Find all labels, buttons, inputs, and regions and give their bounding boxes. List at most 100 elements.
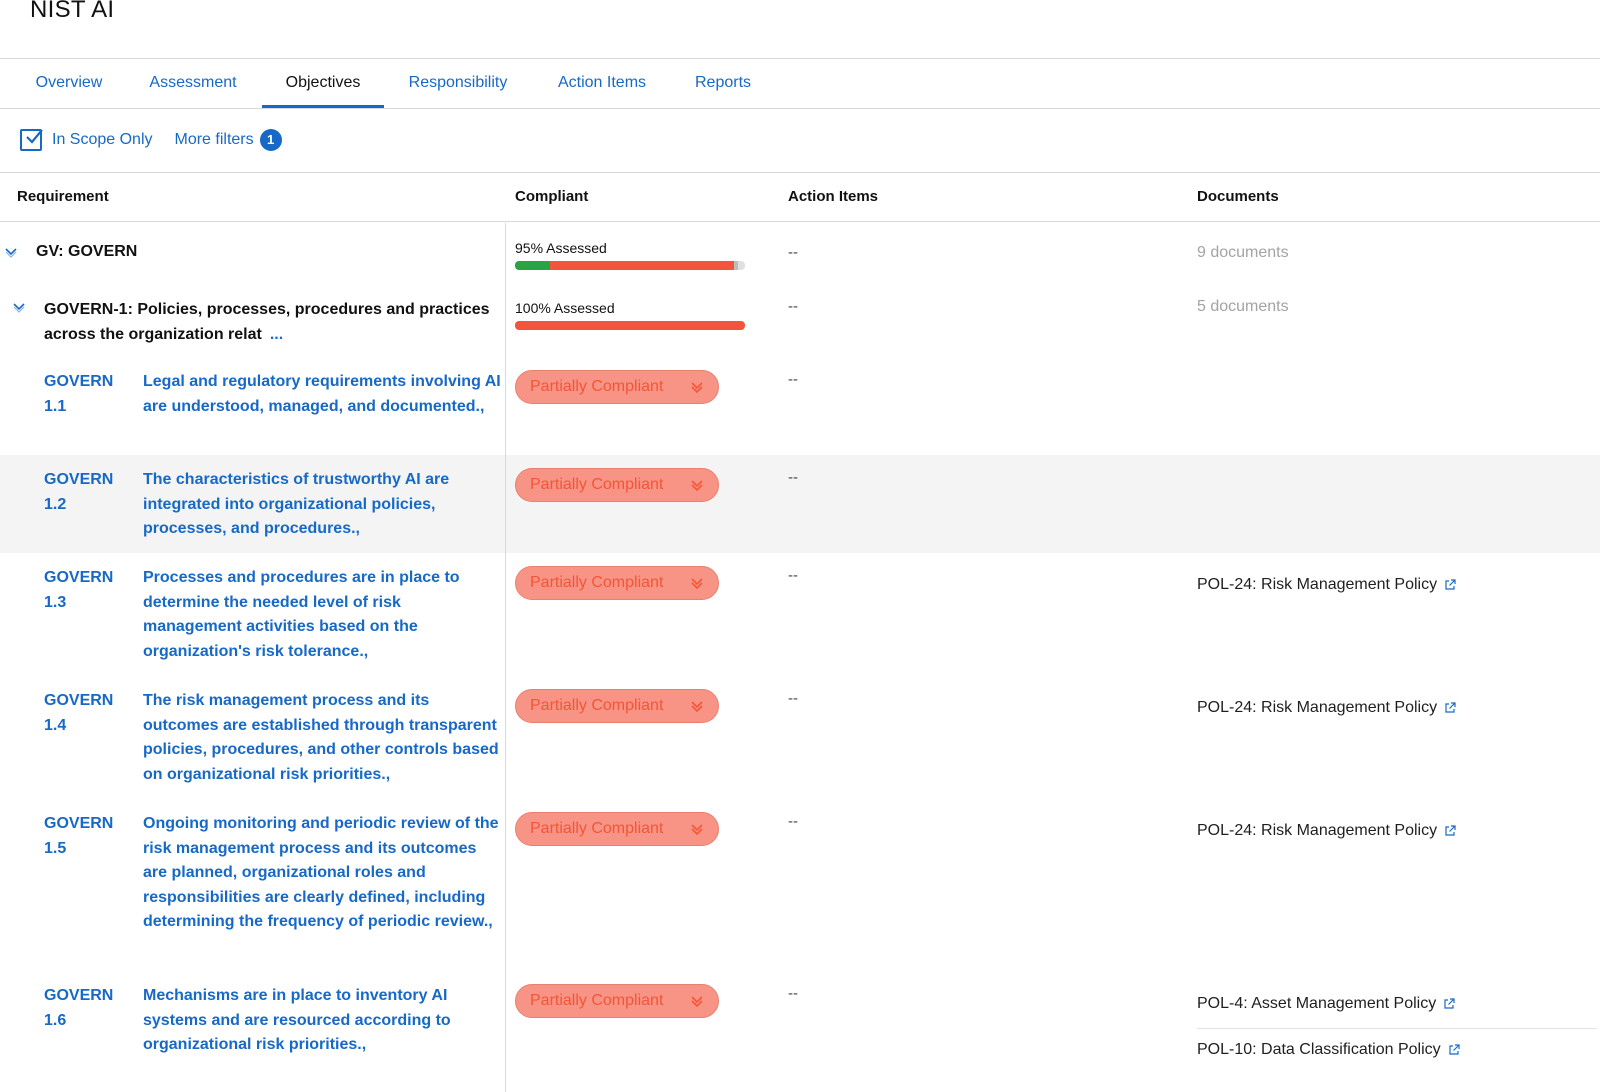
- requirement-text[interactable]: Mechanisms are in place to inventory AI …: [143, 984, 503, 1058]
- subgroup-action-items: --: [788, 298, 798, 315]
- requirement-id-number: 1.4: [44, 716, 67, 734]
- external-link-icon: [1449, 1044, 1460, 1055]
- double-chevron-down-icon: [691, 701, 703, 713]
- status-label: Partially Compliant: [530, 992, 664, 1009]
- status-dropdown[interactable]: Partially Compliant: [515, 812, 719, 846]
- tab-action-items[interactable]: Action Items: [544, 58, 660, 108]
- status-label: Partially Compliant: [530, 697, 664, 714]
- in-scope-label[interactable]: In Scope Only: [52, 131, 153, 149]
- requirement-id[interactable]: GOVERN 1.3: [44, 566, 113, 615]
- action-items-value: --: [788, 985, 798, 1002]
- noncompliant-segment: [515, 321, 745, 330]
- document-name: POL-4: Asset Management Policy: [1197, 995, 1437, 1012]
- action-items-value: --: [788, 469, 798, 486]
- group-action-items: --: [788, 244, 798, 261]
- document-link[interactable]: POL-10: Data Classification Policy: [1197, 1041, 1460, 1059]
- external-link-icon: [1444, 998, 1455, 1009]
- requirement-text[interactable]: The risk management process and its outc…: [143, 689, 503, 787]
- checkmark-icon: [26, 129, 43, 144]
- tab-overview[interactable]: Overview: [24, 58, 114, 108]
- status-dropdown[interactable]: Partially Compliant: [515, 984, 719, 1018]
- status-label: Partially Compliant: [530, 574, 664, 591]
- status-dropdown[interactable]: Partially Compliant: [515, 689, 719, 723]
- requirement-id-prefix: GOVERN: [44, 471, 114, 488]
- expand-ellipsis[interactable]: ...: [270, 326, 283, 343]
- subgroup-title-line1: GOVERN-1: Policies, processes, procedure…: [44, 301, 490, 318]
- filter-count-badge: 1: [259, 129, 282, 151]
- requirement-id[interactable]: GOVERN 1.1: [44, 370, 113, 419]
- tab-assessment[interactable]: Assessment: [140, 58, 246, 108]
- document-link[interactable]: POL-24: Risk Management Policy: [1197, 822, 1456, 840]
- double-chevron-down-icon: [691, 480, 703, 492]
- tab-reports[interactable]: Reports: [688, 58, 758, 108]
- requirement-id-number: 1.2: [44, 495, 67, 513]
- column-header-documents[interactable]: Documents: [1197, 188, 1279, 205]
- subgroup-progress-bar: [515, 321, 745, 330]
- subgroup-documents-count[interactable]: 5 documents: [1197, 298, 1289, 316]
- action-items-value: --: [788, 690, 798, 707]
- other-segment: [733, 261, 739, 270]
- requirement-id[interactable]: GOVERN 1.5: [44, 812, 113, 861]
- document-link[interactable]: POL-24: Risk Management Policy: [1197, 699, 1456, 717]
- status-dropdown[interactable]: Partially Compliant: [515, 566, 719, 600]
- document-link[interactable]: POL-4: Asset Management Policy: [1197, 995, 1455, 1013]
- requirement-id-number: 1.5: [44, 839, 67, 857]
- document-divider: [1197, 1028, 1597, 1029]
- column-header-action-items[interactable]: Action Items: [788, 188, 878, 205]
- external-link-icon: [1445, 825, 1456, 836]
- chevron-down-icon[interactable]: [4, 246, 18, 258]
- subgroup-assessed-label: 100% Assessed: [515, 300, 615, 316]
- document-name: POL-24: Risk Management Policy: [1197, 699, 1438, 716]
- requirement-id-prefix: GOVERN: [44, 569, 114, 586]
- column-header-requirement[interactable]: Requirement: [17, 188, 109, 205]
- requirement-id[interactable]: GOVERN 1.2: [44, 468, 113, 517]
- status-label: Partially Compliant: [530, 820, 664, 837]
- document-link[interactable]: POL-24: Risk Management Policy: [1197, 576, 1456, 594]
- status-dropdown[interactable]: Partially Compliant: [515, 468, 719, 502]
- requirement-id-prefix: GOVERN: [44, 373, 114, 390]
- app-title: NIST AI: [30, 0, 115, 23]
- tab-objectives[interactable]: Objectives: [262, 58, 384, 108]
- status-label: Partially Compliant: [530, 476, 664, 493]
- requirement-id-prefix: GOVERN: [44, 815, 114, 832]
- group-documents-count[interactable]: 9 documents: [1197, 244, 1289, 262]
- tab-objectives-label: Objectives: [285, 74, 361, 91]
- requirement-text[interactable]: The characteristics of trustworthy AI ar…: [143, 468, 503, 542]
- noncompliant-segment: [549, 261, 734, 270]
- requirement-id[interactable]: GOVERN 1.4: [44, 689, 113, 738]
- status-label: Partially Compliant: [530, 378, 664, 395]
- double-chevron-down-icon: [691, 382, 703, 394]
- external-link-icon: [1445, 579, 1456, 590]
- chevron-down-icon[interactable]: [12, 301, 26, 313]
- more-filters-button[interactable]: More filters 1: [175, 129, 282, 151]
- document-name: POL-24: Risk Management Policy: [1197, 822, 1438, 839]
- subgroup-title[interactable]: GOVERN-1: Policies, processes, procedure…: [44, 298, 504, 347]
- external-link-icon: [1445, 702, 1456, 713]
- tab-responsibility[interactable]: Responsibility: [400, 58, 516, 108]
- document-name: POL-10: Data Classification Policy: [1197, 1041, 1441, 1058]
- requirement-id-prefix: GOVERN: [44, 692, 114, 709]
- requirement-id-number: 1.3: [44, 593, 67, 611]
- more-filters-label: More filters: [174, 131, 254, 148]
- requirement-text[interactable]: Ongoing monitoring and periodic review o…: [143, 812, 503, 935]
- tabs-divider: [0, 108, 1600, 109]
- requirement-id[interactable]: GOVERN 1.6: [44, 984, 113, 1033]
- filter-bar: In Scope Only More filters 1: [20, 126, 282, 154]
- group-title[interactable]: GV: GOVERN: [36, 243, 137, 261]
- requirement-id-number: 1.1: [44, 397, 67, 415]
- requirement-id-prefix: GOVERN: [44, 987, 114, 1004]
- double-chevron-down-icon: [691, 578, 703, 590]
- column-divider: [505, 223, 506, 1092]
- double-chevron-down-icon: [691, 996, 703, 1008]
- column-header-compliant[interactable]: Compliant: [515, 188, 588, 205]
- requirement-id-number: 1.6: [44, 1011, 67, 1029]
- action-items-value: --: [788, 371, 798, 388]
- status-dropdown[interactable]: Partially Compliant: [515, 370, 719, 404]
- filters-divider: [0, 172, 1600, 173]
- action-items-value: --: [788, 813, 798, 830]
- action-items-value: --: [788, 567, 798, 584]
- group-progress-bar: [515, 261, 745, 270]
- requirement-text[interactable]: Legal and regulatory requirements involv…: [143, 370, 503, 419]
- requirement-text[interactable]: Processes and procedures are in place to…: [143, 566, 503, 664]
- in-scope-checkbox[interactable]: [20, 129, 43, 151]
